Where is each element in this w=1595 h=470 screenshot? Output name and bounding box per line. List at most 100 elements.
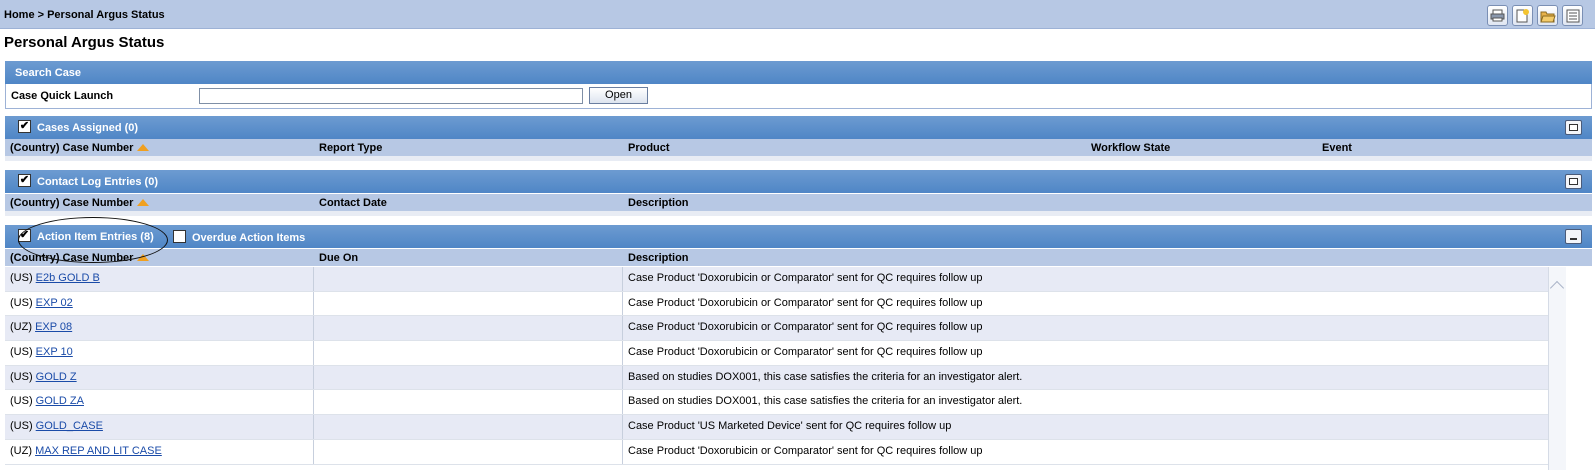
due-on-cell	[314, 291, 623, 316]
contact-log-column-header: (Country) Case Number Contact Date Descr…	[5, 194, 1592, 211]
country-code: (US)	[10, 346, 33, 359]
description-cell: Based on studies DOX001, this case satis…	[628, 395, 1023, 408]
sort-ascending-icon	[137, 199, 150, 206]
contact-log-empty-row	[5, 211, 1592, 216]
column-event[interactable]: Event	[1322, 142, 1352, 154]
action-items-checkbox[interactable]: ✔	[18, 229, 31, 242]
cases-assigned-empty-row	[5, 156, 1592, 161]
overdue-action-items-checkbox[interactable]	[173, 230, 186, 243]
cases-assigned-title: Cases Assigned (0)	[37, 122, 139, 134]
due-on-cell	[314, 365, 623, 390]
breadcrumb[interactable]: Home > Personal Argus Status	[4, 9, 165, 21]
window-icon	[1569, 178, 1578, 185]
case-link[interactable]: E2b GOLD B	[36, 272, 100, 284]
case-quick-launch-input[interactable]	[199, 88, 583, 104]
due-on-cell	[314, 341, 623, 365]
due-on-cell	[314, 439, 623, 464]
action-items-title: Action Item Entries (8)	[37, 231, 154, 243]
open-button[interactable]: Open	[589, 87, 648, 104]
case-link[interactable]: GOLD_CASE	[36, 420, 103, 432]
case-number-cell: (US) EXP 10	[5, 341, 314, 365]
contact-log-collapse-button[interactable]	[1565, 174, 1582, 189]
case-link[interactable]: EXP 08	[35, 321, 72, 333]
due-on-cell	[314, 316, 623, 341]
column-workflow-state[interactable]: Workflow State	[1091, 142, 1170, 154]
country-code: (US)	[10, 370, 33, 383]
window-icon	[1569, 124, 1578, 131]
column-due-on[interactable]: Due On	[319, 252, 358, 264]
due-on-cell	[314, 267, 623, 291]
due-on-cell	[314, 390, 623, 415]
table-row: (UZ) MAX REP AND LIT CASE Case Product 'D…	[5, 439, 1548, 465]
description-cell: Case Product 'Doxorubicin or Comparator'…	[628, 346, 983, 359]
description-cell: Case Product 'US Marketed Device' sent f…	[628, 420, 952, 433]
description-cell: Based on studies DOX001, this case satis…	[628, 370, 1023, 383]
search-row: Case Quick Launch Open	[5, 84, 1592, 109]
contact-log-title: Contact Log Entries (0)	[37, 176, 159, 188]
list-icon[interactable]	[1562, 5, 1583, 26]
description-cell: Case Product 'Doxorubicin or Comparator'…	[628, 296, 983, 309]
contact-log-checkbox[interactable]: ✔	[18, 174, 31, 187]
case-number-cell: (UZ) EXP 08	[5, 316, 314, 341]
column-product[interactable]: Product	[628, 142, 670, 154]
table-row: (US) E2b GOLD B Case Product 'Doxorubicin…	[5, 267, 1548, 292]
open-folder-icon[interactable]	[1537, 5, 1558, 26]
description-cell: Case Product 'Doxorubicin or Comparator'…	[628, 321, 983, 334]
table-row: (US) GOLD ZA Based on studies DOX001, thi…	[5, 390, 1548, 416]
column-contact-date[interactable]: Contact Date	[319, 197, 387, 209]
case-link[interactable]: MAX REP AND LIT CASE	[35, 445, 162, 457]
cases-assigned-column-header: (Country) Case Number Report Type Produc…	[5, 139, 1592, 156]
case-number-cell: (US) GOLD_CASE	[5, 415, 314, 439]
sort-ascending-icon	[137, 144, 150, 151]
country-code: (UZ)	[10, 321, 32, 334]
cases-assigned-collapse-button[interactable]	[1565, 120, 1582, 135]
overdue-action-items-label: Overdue Action Items	[192, 232, 306, 244]
print-icon[interactable]	[1487, 5, 1508, 26]
country-code: (US)	[10, 395, 33, 408]
case-number-cell: (US) E2b GOLD B	[5, 267, 314, 291]
minimize-icon	[1570, 238, 1577, 240]
table-row: (US) EXP 02 Case Product 'Doxorubicin or …	[5, 291, 1548, 317]
case-number-cell: (US) GOLD Z	[5, 365, 314, 390]
toolbar-icons	[1487, 5, 1583, 26]
case-number-cell: (US) EXP 02	[5, 291, 314, 316]
case-link[interactable]: GOLD Z	[36, 371, 77, 383]
search-case-header: Search Case	[5, 61, 1592, 84]
due-on-cell	[314, 415, 623, 439]
country-code: (UZ)	[10, 444, 32, 457]
country-code: (US)	[10, 296, 33, 309]
column-report-type[interactable]: Report Type	[319, 142, 382, 154]
column-case-number[interactable]: (Country) Case Number	[10, 252, 150, 264]
search-case-title: Search Case	[15, 67, 82, 79]
table-row: (US) GOLD Z Based on studies DOX001, this…	[5, 365, 1548, 391]
country-code: (US)	[10, 420, 33, 433]
case-quick-launch-label: Case Quick Launch	[11, 90, 114, 102]
scrollbar[interactable]	[1548, 267, 1566, 470]
table-row: (US) EXP 10 Case Product 'Doxorubicin or …	[5, 341, 1548, 366]
cases-assigned-checkbox[interactable]: ✔	[18, 120, 31, 133]
column-case-number[interactable]: (Country) Case Number	[10, 142, 150, 154]
table-row: (UZ) EXP 08 Case Product 'Doxorubicin or …	[5, 316, 1548, 342]
case-link[interactable]: GOLD ZA	[36, 395, 84, 407]
table-row: (US) GOLD_CASE Case Product 'US Marketed …	[5, 415, 1548, 440]
case-number-cell: (UZ) MAX REP AND LIT CASE	[5, 439, 314, 464]
country-code: (US)	[10, 272, 33, 284]
description-cell: Case Product 'Doxorubicin or Comparator'…	[628, 272, 983, 284]
action-items-column-header: (Country) Case Number Due On Description	[5, 249, 1592, 266]
column-description[interactable]: Description	[628, 197, 689, 209]
contact-log-header: ✔ Contact Log Entries (0)	[5, 170, 1592, 193]
page-title: Personal Argus Status	[4, 34, 165, 51]
new-document-icon[interactable]	[1512, 5, 1533, 26]
top-bar: Home > Personal Argus Status	[0, 0, 1595, 29]
column-description[interactable]: Description	[628, 252, 689, 264]
case-link[interactable]: EXP 02	[36, 297, 73, 309]
column-case-number[interactable]: (Country) Case Number	[10, 197, 150, 209]
case-link[interactable]: EXP 10	[36, 346, 73, 358]
action-items-table: (US) E2b GOLD B Case Product 'Doxorubicin…	[5, 267, 1548, 465]
cases-assigned-header: ✔ Cases Assigned (0)	[5, 116, 1592, 139]
action-items-collapse-button[interactable]	[1565, 229, 1582, 244]
sort-ascending-icon	[137, 254, 150, 261]
case-number-cell: (US) GOLD ZA	[5, 390, 314, 415]
description-cell: Case Product 'Doxorubicin or Comparator'…	[628, 444, 983, 457]
scroll-up-icon[interactable]	[1549, 280, 1565, 296]
